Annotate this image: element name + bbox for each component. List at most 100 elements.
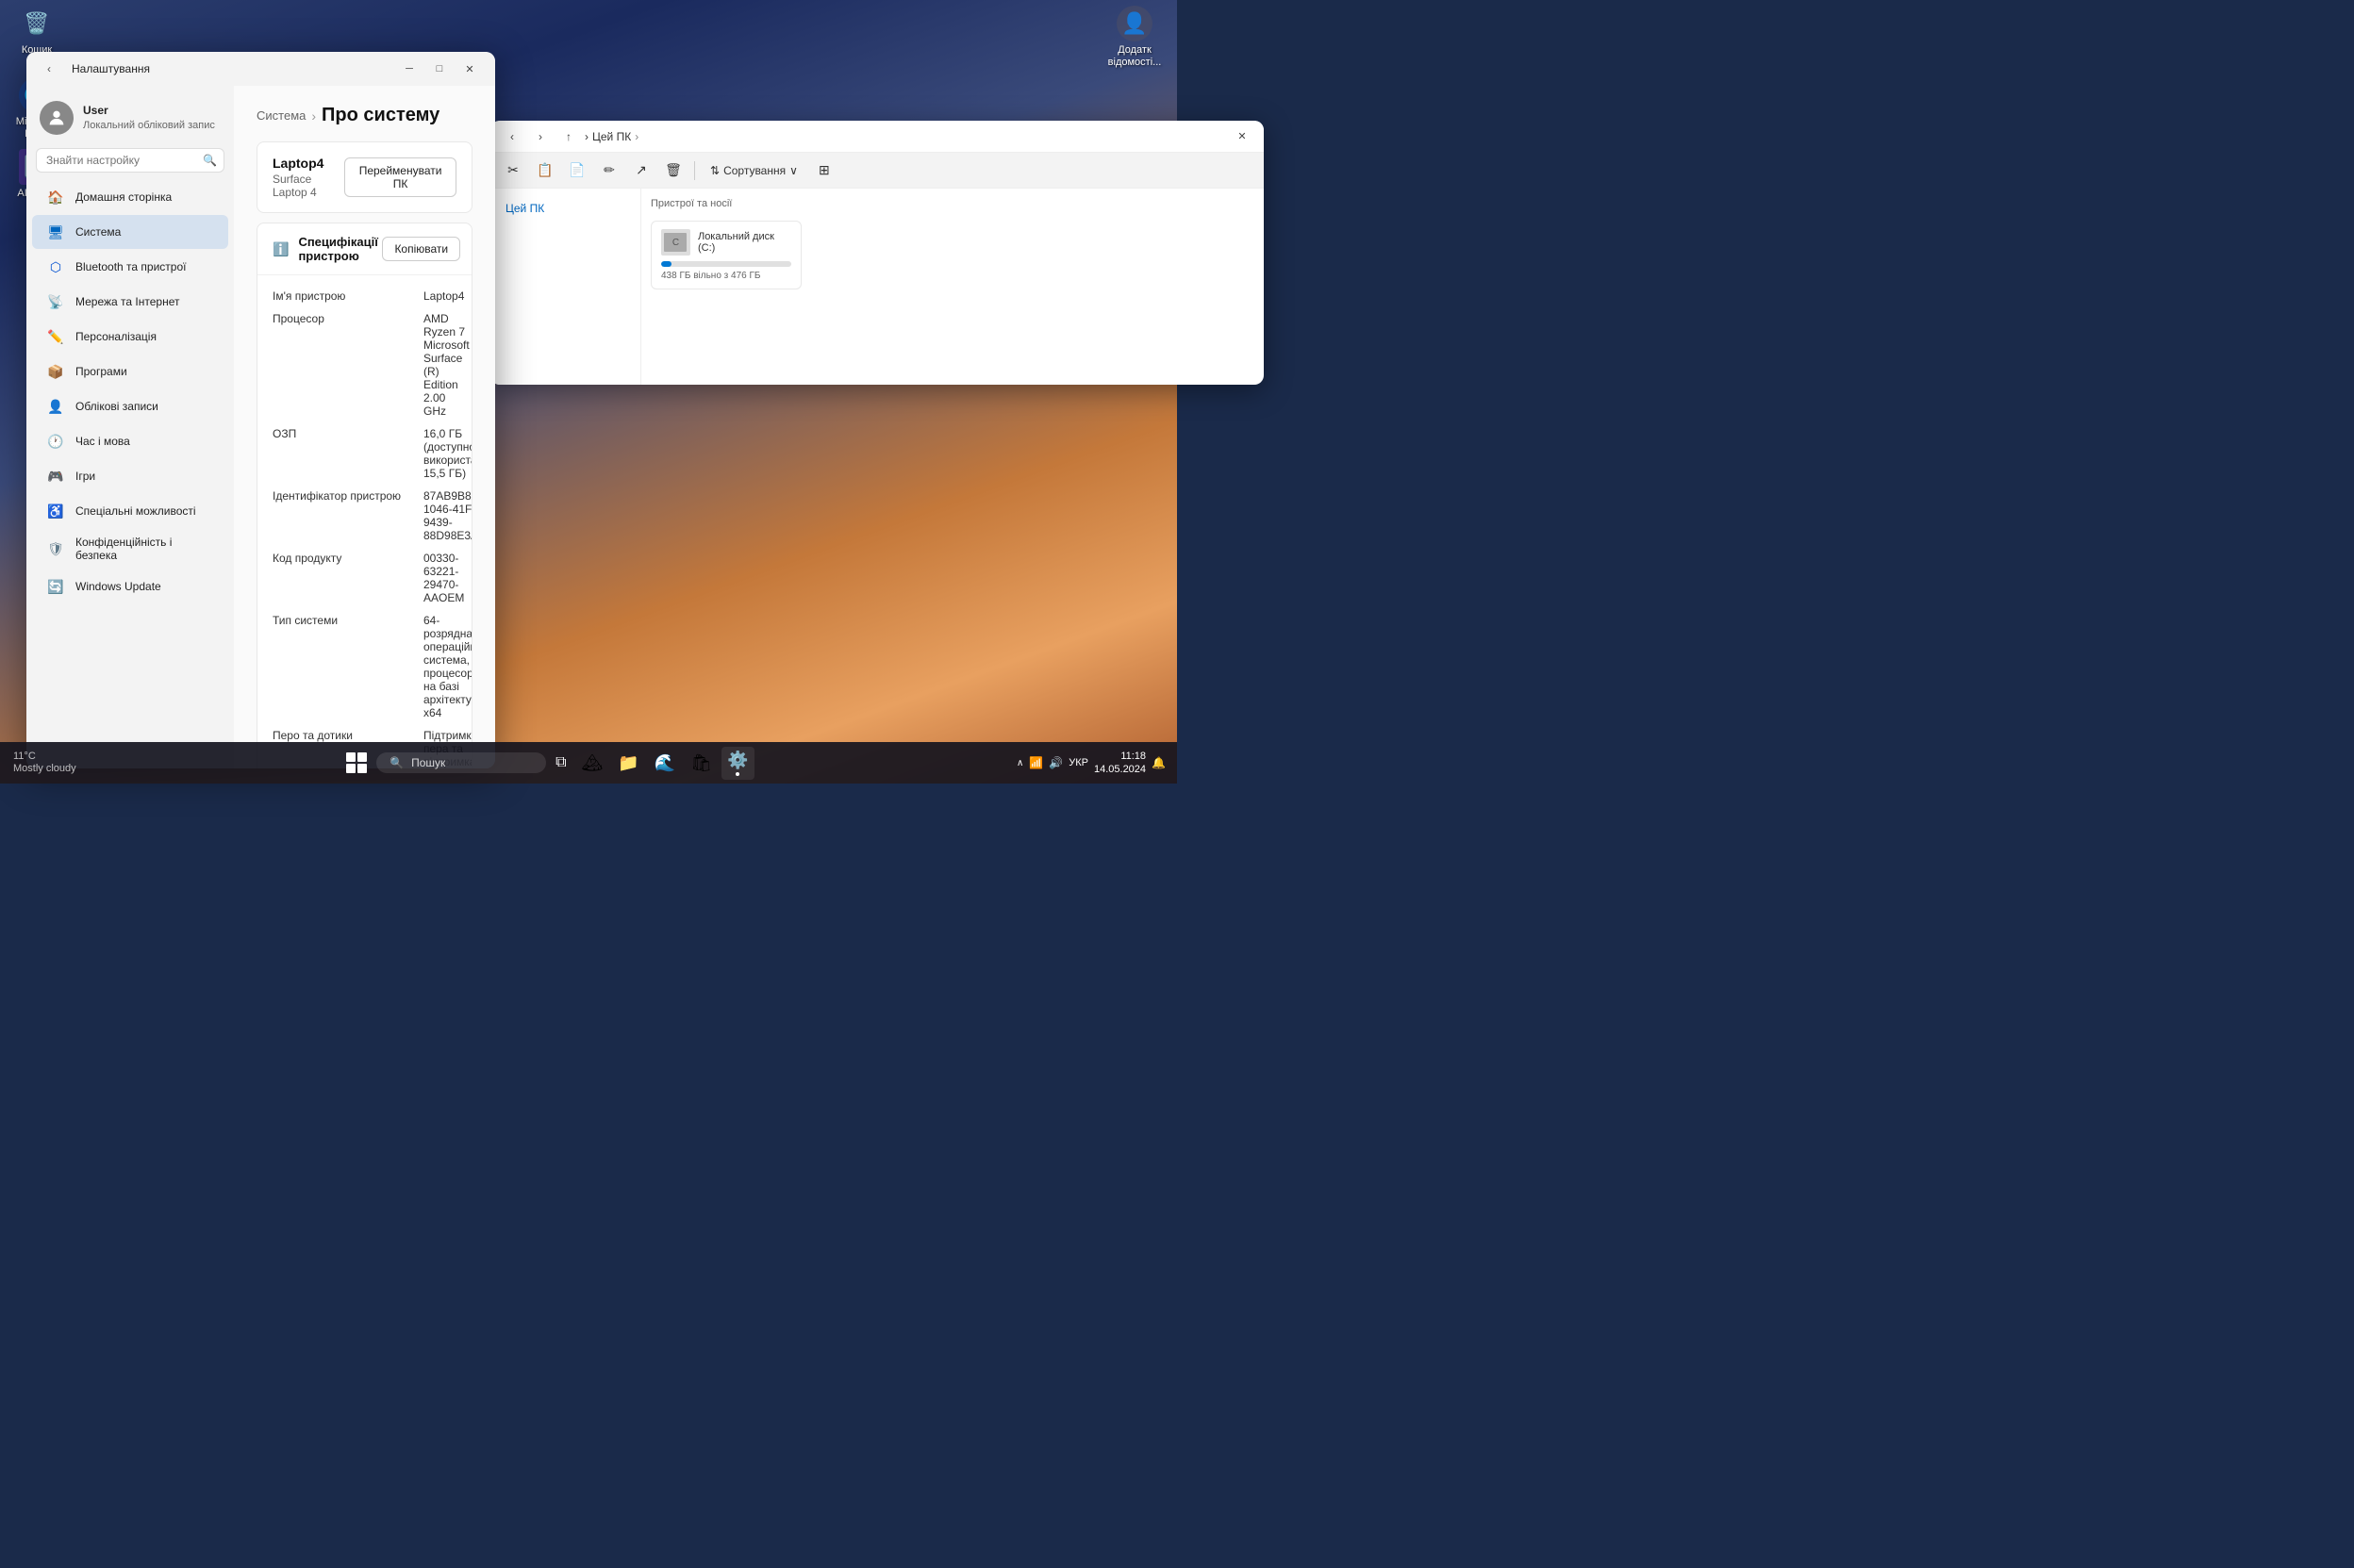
taskbar-right: ∧ 📶 🔊 УКР 11:18 14.05.2024 🔔	[1005, 750, 1177, 777]
explorer-forward-button[interactable]: ›	[528, 124, 553, 149]
device-card: Laptop4 Surface Laptop 4 Перейменувати П…	[257, 141, 472, 213]
spec-label-system-type: Тип системи	[273, 614, 423, 719]
sidebar-item-accessibility[interactable]: ♿ Спеціальні можливості	[32, 494, 228, 528]
toolbar-share[interactable]: ↗	[628, 157, 655, 184]
toolbar-delete[interactable]: 🗑	[660, 157, 687, 184]
taskbar-store[interactable]: 🛍	[685, 750, 718, 777]
path-chevron: ›	[635, 130, 638, 143]
weather-widget[interactable]: 11°C Mostly cloudy	[8, 751, 82, 775]
sidebar-item-privacy[interactable]: 🛡 Конфіденційність і безпека	[32, 529, 228, 569]
settings-sidebar: User Локальний обліковий запис 🔍 🏠 Домаш…	[26, 86, 234, 768]
accessibility-label: Спеціальні можливості	[75, 504, 196, 518]
settings-window: ‹ Налаштування ─ □ ✕ User	[26, 52, 495, 768]
task-view-button[interactable]: ⧉	[550, 751, 572, 775]
active-indicator	[736, 772, 739, 776]
start-button[interactable]	[340, 749, 373, 777]
spec-value-system-type: 64-розрядна операційна система, процесор…	[423, 614, 472, 719]
window-controls: ─ □ ✕	[395, 58, 484, 80]
settings-back-button[interactable]: ‹	[38, 58, 60, 80]
toolbar-rename[interactable]: ✏	[596, 157, 622, 184]
device-specs-collapse-icon[interactable]: ∧	[470, 241, 472, 257]
sort-chevron-icon: ∨	[789, 164, 798, 177]
settings-window-title: Налаштування	[72, 62, 388, 75]
toolbar-copy[interactable]: 📋	[532, 157, 558, 184]
taskbar-clock[interactable]: 11:18 14.05.2024	[1094, 750, 1146, 777]
system-label: Система	[75, 225, 121, 239]
network-icon: 📡	[45, 291, 66, 312]
sidebar-item-home[interactable]: 🏠 Домашня сторінка	[32, 180, 228, 214]
sidebar-item-network[interactable]: 📡 Мережа та Інтернет	[32, 285, 228, 319]
drive-c-icon: C	[661, 229, 690, 256]
spec-value-device-name: Laptop4	[423, 289, 464, 303]
home-icon: 🏠	[45, 187, 66, 207]
accessibility-icon: ♿	[45, 501, 66, 521]
exp-sidebar-this-pc[interactable]: Цей ПК	[494, 197, 637, 220]
explorer-content: Цей ПК Пристрої та носії C Локальний дис…	[490, 189, 1264, 385]
breadcrumb-current: Про систему	[322, 105, 439, 126]
explorer-titlebar: ‹ › ↑ › Цей ПК › ✕	[490, 121, 1264, 153]
search-settings-input[interactable]	[36, 148, 224, 173]
explorer-close-btn[interactable]: ✕	[1230, 126, 1254, 147]
view-button[interactable]: ⊞	[811, 157, 837, 184]
apps-icon: 📦	[45, 361, 66, 382]
explorer-path: › Цей ПК ›	[585, 130, 1226, 143]
toolbar-cut[interactable]: ✂	[500, 157, 526, 184]
explorer-toolbar: ✂ 📋 📄 ✏ ↗ 🗑 ⇅ Сортування ∨ ⊞	[490, 153, 1264, 189]
breadcrumb: Система › Про систему	[257, 105, 472, 126]
sidebar-item-bluetooth[interactable]: ⬡ Bluetooth та пристрої	[32, 250, 228, 284]
device-specs-copy-button[interactable]: Копіювати	[382, 237, 460, 261]
close-button[interactable]: ✕	[456, 58, 484, 80]
drive-c-bar-fill	[661, 261, 671, 267]
drive-c-space: 438 ГБ вільно з 476 ГБ	[661, 271, 791, 281]
taskbar-edge[interactable]: 🌊	[649, 750, 681, 777]
settings-icon: ⚙️	[727, 751, 748, 770]
sidebar-item-personalization[interactable]: ✏️ Персоналізація	[32, 320, 228, 354]
spec-label-ram: ОЗП	[273, 427, 423, 480]
taskbar-date-display: 14.05.2024	[1094, 763, 1146, 776]
user-section: User Локальний обліковий запис	[26, 93, 234, 148]
taskbar-photo[interactable]: 🏔	[576, 750, 609, 777]
desktop-icon-user[interactable]: 👤 Додатк відомості...	[1102, 6, 1168, 69]
explorer-up-button[interactable]: ↑	[556, 124, 581, 149]
desktop-icon-trash[interactable]: 🗑️ Кошик	[4, 6, 70, 57]
minimize-button[interactable]: ─	[395, 58, 423, 80]
personalization-label: Персоналізація	[75, 330, 157, 343]
rename-pc-button[interactable]: Перейменувати ПК	[344, 157, 456, 197]
spec-row-device-name: Ім'я пристрою Laptop4	[273, 285, 456, 307]
sidebar-item-windows-update[interactable]: 🔄 Windows Update	[32, 569, 228, 603]
toolbar-paste[interactable]: 📄	[564, 157, 590, 184]
sidebar-item-apps[interactable]: 📦 Програми	[32, 355, 228, 388]
user-desktop-label: Додатк відомості...	[1102, 44, 1168, 69]
files-icon: 📁	[618, 753, 638, 773]
spec-value-device-id: 87AB9B8A-1046-41FF-9439-88D98E3A826F	[423, 489, 472, 542]
network-tray-icon[interactable]: 📶	[1029, 756, 1043, 769]
weather-condition: Mostly cloudy	[13, 763, 76, 775]
drive-item-c[interactable]: C Локальний диск (С:) 438 ГБ вільно з 47…	[651, 221, 802, 289]
explorer-back-button[interactable]: ‹	[500, 124, 524, 149]
taskbar-settings[interactable]: ⚙️	[721, 747, 754, 780]
device-specs-header: ℹ️ Специфікації пристрою Копіювати ∧	[257, 223, 472, 275]
volume-tray-icon[interactable]: 🔊	[1049, 756, 1063, 769]
task-view-icon: ⧉	[555, 754, 566, 771]
sort-button[interactable]: ⇅ Сортування ∨	[703, 160, 805, 181]
spec-row-device-id: Ідентифікатор пристрою 87AB9B8A-1046-41F…	[273, 485, 456, 547]
sidebar-item-gaming[interactable]: 🎮 Ігри	[32, 459, 228, 493]
drive-item-c-top: C Локальний диск (С:)	[661, 229, 791, 256]
taskbar-files[interactable]: 📁	[612, 750, 644, 777]
tray-chevron[interactable]: ∧	[1017, 758, 1023, 768]
sidebar-item-accounts[interactable]: 👤 Облікові записи	[32, 389, 228, 423]
user-desktop-icon: 👤	[1117, 6, 1152, 41]
gaming-icon: 🎮	[45, 466, 66, 487]
notification-icon[interactable]: 🔔	[1152, 756, 1166, 769]
gaming-label: Ігри	[75, 470, 95, 483]
taskbar-search[interactable]: 🔍 Пошук	[376, 752, 546, 773]
sidebar-item-system[interactable]: 🖥 Система	[32, 215, 228, 249]
spec-label-processor: Процесор	[273, 312, 423, 418]
taskbar-center: 🔍 Пошук ⧉ 🏔 📁 🌊 🛍 ⚙️	[90, 747, 1005, 780]
spec-row-processor: Процесор AMD Ryzen 7 Microsoft Surface (…	[273, 307, 456, 422]
sidebar-item-time[interactable]: 🕐 Час і мова	[32, 424, 228, 458]
maximize-button[interactable]: □	[425, 58, 454, 80]
taskbar-lang[interactable]: УКР	[1069, 757, 1088, 768]
device-info: Laptop4 Surface Laptop 4	[273, 156, 344, 199]
taskbar: 11°C Mostly cloudy 🔍 Пошук ⧉	[0, 742, 1177, 784]
